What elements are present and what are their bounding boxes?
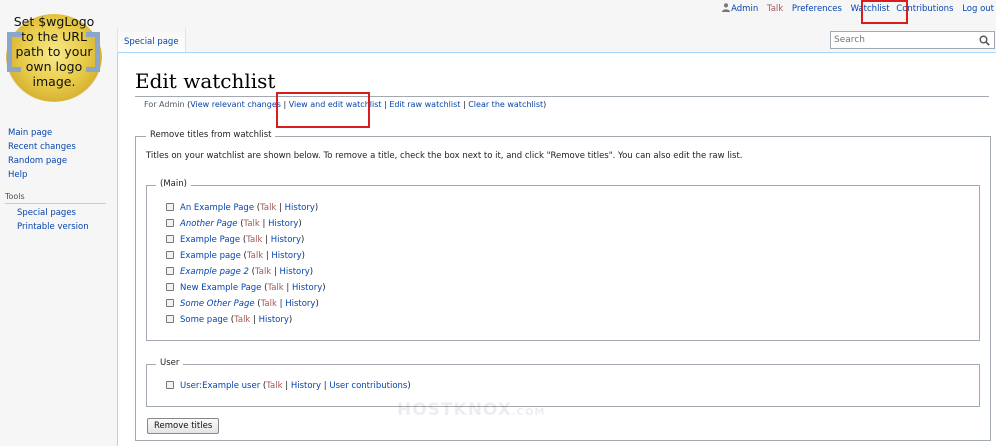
remove-checkbox[interactable] (166, 235, 174, 243)
remove-checkbox[interactable] (166, 315, 174, 323)
remove-checkbox[interactable] (166, 251, 174, 259)
sidebar-item-printable-version[interactable]: Printable version (17, 222, 89, 232)
logo-text-line: Set $wgLogo (13, 14, 95, 29)
list-item: Example page (Talk | History) (166, 249, 305, 263)
talk-link[interactable]: Talk (260, 203, 276, 213)
talk-link[interactable]: Talk (246, 235, 262, 245)
main-namespace-legend: (Main) (156, 179, 191, 189)
personal-toolbar: Admin Talk Preferences Watchlist Contrib… (722, 3, 994, 14)
subtitle-for-user: For Admin (144, 100, 185, 109)
list-item: New Example Page (Talk | History) (166, 281, 326, 295)
list-item: User:Example user (Talk | History | User… (166, 379, 411, 393)
talk-link[interactable]: Talk (247, 251, 263, 261)
sidebar-divider (5, 203, 106, 204)
talk-link[interactable]: Talk (244, 219, 260, 229)
clear-watchlist-link[interactable]: Clear the watchlist (468, 100, 543, 109)
remove-checkbox[interactable] (166, 381, 174, 389)
search-box (830, 31, 995, 49)
logout-link[interactable]: Log out (962, 4, 994, 14)
contributions-link[interactable]: Contributions (896, 4, 953, 14)
list-item: Another Page (Talk | History) (166, 217, 302, 231)
talk-link[interactable]: Talk (234, 315, 250, 325)
logo-placeholder-text: Set $wgLogo to the URL path to your own … (4, 14, 104, 89)
user-page-link[interactable]: Admin (731, 4, 758, 14)
remove-checkbox[interactable] (166, 267, 174, 275)
history-link[interactable]: History (268, 219, 298, 229)
history-link[interactable]: History (259, 315, 289, 325)
user-contributions-link[interactable]: User contributions (329, 381, 407, 391)
sidebar-item-recent-changes[interactable]: Recent changes (8, 142, 76, 152)
logo-text-line: own logo (25, 59, 83, 74)
list-item: An Example Page (Talk | History) (166, 201, 318, 215)
watermark-tld: .COM (511, 407, 546, 418)
search-input[interactable] (831, 32, 971, 48)
tab-special-page[interactable]: Special page (117, 28, 186, 53)
user-icon (722, 3, 731, 12)
watchlist-page-link[interactable]: Example Page (180, 235, 240, 245)
logo-text-line: image. (32, 74, 76, 89)
watermark: HOSTKNOX.COM (397, 400, 545, 420)
sidebar: Main page Recent changes Random page Hel… (0, 126, 116, 234)
watermark-name: HOSTKNOX (397, 400, 512, 420)
remove-checkbox[interactable] (166, 299, 174, 307)
watchlist-page-link[interactable]: Example page 2 (180, 267, 249, 277)
sidebar-item-special-pages[interactable]: Special pages (17, 208, 76, 218)
main-content: Edit watchlist For Admin (View relevant … (117, 52, 996, 446)
sidebar-tools-heading: Tools (5, 192, 25, 201)
watchlist-page-link[interactable]: Some page (180, 315, 228, 325)
history-link[interactable]: History (280, 267, 310, 277)
view-relevant-changes-link[interactable]: View relevant changes (190, 100, 281, 109)
view-edit-watchlist-link[interactable]: View and edit watchlist (289, 100, 382, 109)
history-link[interactable]: History (285, 203, 315, 213)
search-icon[interactable] (979, 35, 990, 46)
logo-text-line: to the URL (21, 29, 87, 44)
logo-text-line: path to your (15, 44, 93, 59)
remove-titles-legend: Remove titles from watchlist (146, 130, 276, 140)
sidebar-item-random-page[interactable]: Random page (8, 156, 67, 166)
history-link[interactable]: History (292, 283, 322, 293)
edit-raw-watchlist-link[interactable]: Edit raw watchlist (389, 100, 460, 109)
history-link[interactable]: History (291, 381, 321, 391)
watchlist-tools: For Admin (View relevant changes | View … (144, 100, 546, 109)
site-logo[interactable]: Set $wgLogo to the URL path to your own … (0, 0, 112, 112)
separator: | (280, 100, 289, 109)
talk-link[interactable]: Talk (261, 299, 277, 309)
talk-link[interactable]: Talk (255, 267, 271, 277)
page-title: Edit watchlist (135, 69, 989, 97)
remove-checkbox[interactable] (166, 283, 174, 291)
history-link[interactable]: History (285, 299, 315, 309)
list-item: Example page 2 (Talk | History) (166, 265, 313, 279)
watchlist-intro-text: Titles on your watchlist are shown below… (146, 151, 743, 161)
remove-checkbox[interactable] (166, 203, 174, 211)
preferences-link[interactable]: Preferences (792, 4, 842, 14)
user-namespace-legend: User (156, 358, 184, 368)
watchlist-link[interactable]: Watchlist (851, 4, 890, 14)
sidebar-item-main-page[interactable]: Main page (8, 128, 52, 138)
history-link[interactable]: History (271, 251, 301, 261)
list-item: Some Other Page (Talk | History) (166, 297, 319, 311)
watchlist-page-link[interactable]: Another Page (180, 219, 238, 229)
sidebar-item-help[interactable]: Help (8, 170, 27, 180)
history-link[interactable]: History (271, 235, 301, 245)
talk-link[interactable]: Talk (266, 381, 282, 391)
paren-close: ) (543, 100, 547, 109)
remove-titles-button[interactable]: Remove titles (147, 418, 220, 434)
list-item: Some page (Talk | History) (166, 313, 292, 327)
watchlist-page-link[interactable]: User:Example user (180, 381, 260, 391)
watchlist-page-link[interactable]: Example page (180, 251, 241, 261)
watchlist-page-link[interactable]: New Example Page (180, 283, 261, 293)
user-talk-link[interactable]: Talk (767, 4, 783, 14)
remove-checkbox[interactable] (166, 219, 174, 227)
list-item: Example Page (Talk | History) (166, 233, 304, 247)
talk-link[interactable]: Talk (267, 283, 283, 293)
watchlist-page-link[interactable]: Some Other Page (180, 299, 255, 309)
watchlist-page-link[interactable]: An Example Page (180, 203, 254, 213)
